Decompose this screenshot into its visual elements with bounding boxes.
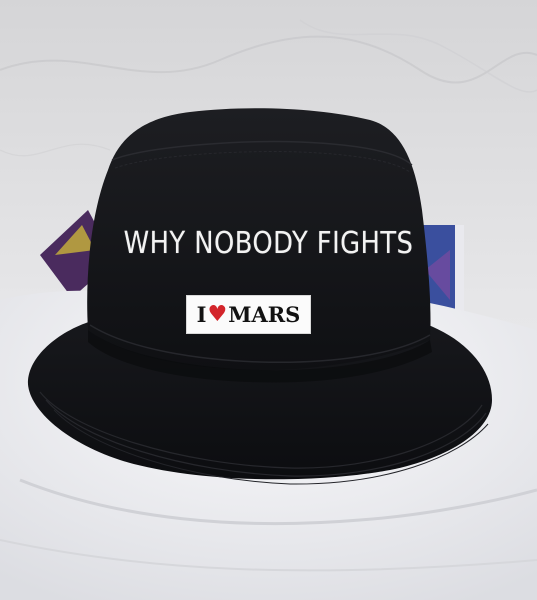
patch-prefix: I: [196, 302, 207, 327]
embroidered-headline: WHY NOBODY FIGHTS: [123, 226, 414, 261]
heart-icon: ♥: [207, 302, 228, 327]
patch-word: MARS: [228, 302, 301, 327]
mars-patch: I ♥ MARS: [186, 295, 311, 334]
